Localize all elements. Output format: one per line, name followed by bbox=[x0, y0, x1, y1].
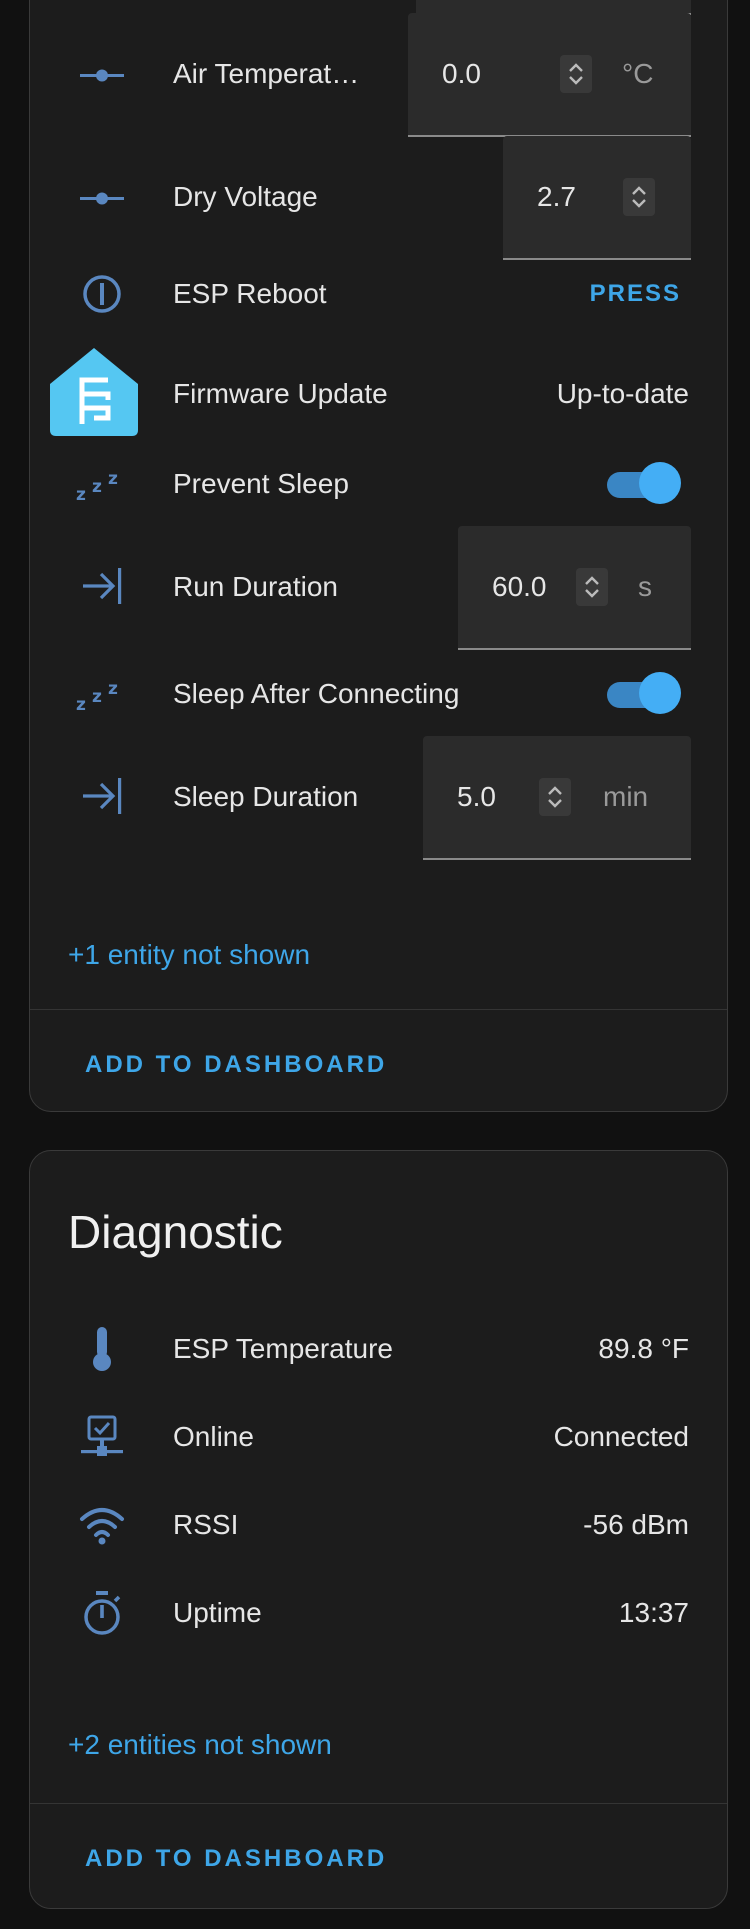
entity-row-rssi: RSSI -56 dBm bbox=[30, 1497, 727, 1553]
sleep-after-connecting-toggle[interactable] bbox=[607, 672, 681, 716]
entity-label: Air Temperat… bbox=[173, 58, 360, 89]
entity-row-prevent-sleep: z z z Prevent Sleep bbox=[30, 456, 727, 512]
entity-value: -56 dBm bbox=[583, 1509, 689, 1540]
thermometer-icon bbox=[70, 1325, 134, 1373]
sleep-duration-input[interactable]: 5.0 min bbox=[423, 736, 691, 860]
firmware-state: Up-to-date bbox=[556, 378, 689, 409]
card-title: Diagnostic bbox=[68, 1206, 283, 1258]
entity-label: Uptime bbox=[173, 1597, 262, 1628]
slider-icon bbox=[70, 53, 134, 97]
run-duration-input[interactable]: 60.0 s bbox=[458, 526, 691, 650]
entity-row-sleep-after-connecting: z z z Sleep After Connecting bbox=[30, 666, 727, 722]
more-entities-link[interactable]: +1 entity not shown bbox=[68, 939, 310, 971]
divider bbox=[30, 1009, 727, 1010]
add-to-dashboard-button[interactable]: ADD TO DASHBOARD bbox=[85, 1845, 387, 1873]
svg-text:z: z bbox=[76, 485, 86, 504]
svg-text:z: z bbox=[108, 469, 118, 489]
entity-row-uptime: Uptime 13:37 bbox=[30, 1585, 727, 1641]
wifi-icon bbox=[70, 1501, 134, 1549]
entity-label: Online bbox=[173, 1421, 254, 1452]
svg-text:z: z bbox=[92, 477, 102, 497]
press-button[interactable]: PRESS bbox=[590, 280, 681, 308]
entity-label: Prevent Sleep bbox=[173, 468, 349, 499]
entity-label: Dry Voltage bbox=[173, 181, 318, 212]
spinner-icon[interactable] bbox=[576, 568, 608, 606]
svg-text:z: z bbox=[92, 687, 102, 707]
divider bbox=[30, 1803, 727, 1804]
entity-row-sleep-duration: Sleep Duration 5.0 min bbox=[30, 736, 727, 860]
sleep-icon: z z z bbox=[70, 672, 134, 716]
unit-label: °C bbox=[622, 58, 654, 89]
toggle-knob bbox=[639, 462, 681, 504]
network-icon bbox=[70, 1413, 134, 1461]
number-value: 5.0 bbox=[457, 781, 496, 812]
sleep-icon: z z z bbox=[70, 462, 134, 506]
entity-label: Sleep Duration bbox=[173, 781, 359, 812]
number-value: 2.7 bbox=[537, 181, 576, 212]
spinner-icon[interactable] bbox=[539, 778, 571, 816]
add-to-dashboard-button[interactable]: ADD TO DASHBOARD bbox=[85, 1051, 387, 1079]
prevent-sleep-toggle[interactable] bbox=[607, 462, 681, 506]
spinner-icon[interactable] bbox=[560, 55, 592, 93]
slider-icon bbox=[70, 176, 134, 220]
more-entities-link[interactable]: +2 entities not shown bbox=[68, 1729, 332, 1761]
dry-voltage-input[interactable]: 2.7 bbox=[503, 136, 691, 260]
number-value: 60.0 bbox=[492, 571, 547, 602]
arrow-collapse-right-icon bbox=[70, 774, 134, 818]
entity-row-esp-reboot: ESP Reboot PRESS bbox=[30, 266, 727, 322]
entity-label: Sleep After Connecting bbox=[173, 678, 460, 709]
entity-row-run-duration: Run Duration 60.0 s bbox=[30, 526, 727, 650]
unit-label: s bbox=[638, 571, 652, 602]
air-temperature-input[interactable]: 0.0 °C bbox=[408, 13, 691, 137]
unit-label: min bbox=[603, 781, 649, 812]
entity-value: Connected bbox=[553, 1421, 689, 1452]
entity-label: RSSI bbox=[173, 1509, 239, 1540]
diagnostic-card: Diagnostic ESP Temperature 89.8 °F Onlin… bbox=[29, 1150, 728, 1909]
entity-label: ESP Reboot bbox=[173, 278, 327, 309]
arrow-collapse-right-icon bbox=[70, 564, 134, 608]
spinner-icon[interactable] bbox=[623, 178, 655, 216]
entity-label: Run Duration bbox=[173, 571, 338, 602]
entity-label: ESP Temperature bbox=[173, 1333, 393, 1364]
svg-text:z: z bbox=[76, 695, 86, 714]
esphome-logo-icon bbox=[48, 346, 140, 436]
restart-icon bbox=[70, 272, 134, 316]
toggle-knob bbox=[639, 672, 681, 714]
svg-text:z: z bbox=[108, 679, 118, 699]
configuration-card: Air Temperat… 0.0 °C Dry Voltage 2.7 ESP… bbox=[29, 0, 728, 1112]
number-value: 0.0 bbox=[442, 58, 481, 89]
entity-row-air-temperature: Air Temperat… 0.0 °C bbox=[30, 13, 727, 137]
timer-icon bbox=[70, 1589, 134, 1637]
entity-value: 89.8 °F bbox=[598, 1333, 689, 1364]
entity-row-esp-temperature: ESP Temperature 89.8 °F bbox=[30, 1321, 727, 1377]
entity-label: Firmware Update bbox=[173, 378, 388, 409]
entity-row-firmware-update: Firmware Update Up-to-date bbox=[30, 346, 727, 438]
entity-row-dry-voltage: Dry Voltage 2.7 bbox=[30, 136, 727, 260]
entity-value: 13:37 bbox=[618, 1597, 689, 1628]
entity-row-online: Online Connected bbox=[30, 1409, 727, 1465]
